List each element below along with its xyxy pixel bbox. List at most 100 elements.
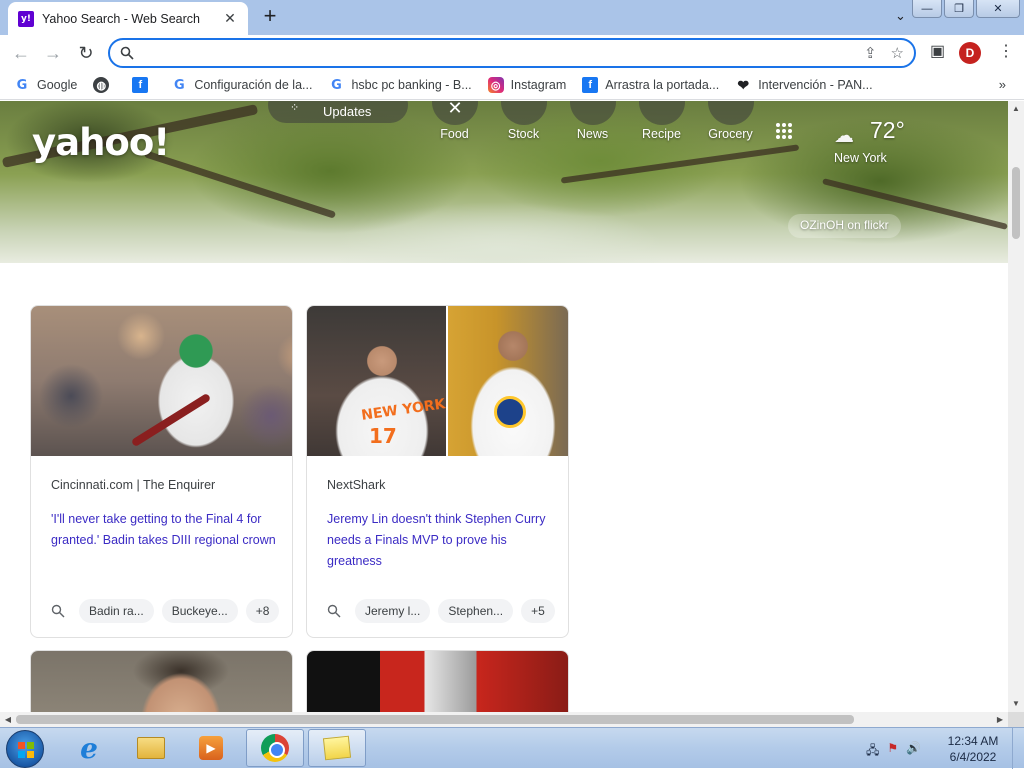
news-card-image[interactable] [31,306,292,456]
scroll-down-arrow-icon[interactable]: ▼ [1008,696,1024,712]
search-tag[interactable]: Badin ra... [79,599,154,623]
network-icon[interactable]: 🖧 [866,741,879,762]
quick-link-label: Food [440,127,469,141]
bookmark-label: Intervención - PAN... [758,78,873,92]
back-arrow-icon[interactable]: ← [8,40,34,66]
new-tab-button[interactable]: + [258,5,282,29]
bookmark-label: Arrastra la portada... [605,78,720,92]
clock-time: 12:34 AM [947,734,999,748]
more-tags-count[interactable]: +5 [521,599,555,623]
window-controls: — ❐ ✕ [912,0,1020,18]
quick-link-recipe[interactable]: Recipe [627,101,696,151]
news-card[interactable]: NEW YORK 17 NextShark Jeremy Lin doesn't… [306,305,569,638]
more-tags-count[interactable]: +8 [245,599,280,623]
vertical-scrollbar[interactable]: ▲ ▼ [1008,101,1024,712]
tab-search-chevron-icon[interactable]: ⌄ [895,8,906,24]
news-card-headline[interactable]: Jeremy Lin doesn't think Stephen Curry n… [327,509,555,572]
quick-link-news[interactable]: News [558,101,627,151]
quick-link-label: Grocery [708,127,753,141]
search-icon [120,46,134,60]
volume-icon[interactable]: 🔊 [906,741,921,762]
tab-title: Yahoo Search - Web Search [42,11,200,26]
quick-link-stock[interactable]: Stock [489,101,558,151]
minimize-button[interactable]: — [912,0,942,18]
updates-label: Updates [323,104,372,119]
more-bookmarks-chevron-icon[interactable]: » [999,77,1006,92]
bookmark-google[interactable]: G Google [14,77,78,93]
stock-icon [501,101,547,125]
google-icon: G [16,77,28,93]
menu-kebab-icon[interactable]: ⋮ [998,41,1014,61]
bookmark-globe[interactable]: ◍ [93,77,116,93]
bookmark-star-icon[interactable]: ☆ [891,44,904,62]
weather-temperature: 72° [870,117,905,143]
quick-link-label: News [576,127,609,141]
share-icon[interactable]: ⇪ [864,44,877,62]
bookmark-label: hsbc pc banking - B... [351,78,472,92]
news-card-image[interactable]: NEW YORK 17 [307,306,568,456]
action-center-flag-icon[interactable]: ⚑ [887,741,898,762]
search-tag[interactable]: Buckeye... [161,599,238,623]
bookmark-instagram[interactable]: ◎ Instagram [487,77,566,93]
browser-tab[interactable]: y! Yahoo Search - Web Search ✕ [8,2,248,35]
news-card-tags: Jeremy l... Stephen... +5 [327,599,555,623]
player-photo-left: NEW YORK 17 [307,306,446,456]
photo-credit-link[interactable]: OZinOH on flickr [788,214,901,238]
start-button[interactable] [6,730,44,768]
horizontal-scrollbar[interactable]: ◀ ▶ [0,712,1008,727]
cloud-icon: ☁ [834,125,854,147]
media-player-icon: ▶ [199,736,223,760]
yahoo-hero-banner: yahoo! ⁘ Updates ✕ Food Stock News Recip… [0,101,1008,263]
chrome-icon [261,734,289,762]
system-clock[interactable]: 12:34 AM 6/4/2022 [938,733,1008,765]
taskbar-file-explorer[interactable] [122,729,180,767]
bookmark-hsbc[interactable]: G hsbc pc banking - B... [328,77,472,93]
facebook-icon: f [132,77,149,93]
news-card-headline[interactable]: 'I'll never take getting to the Final 4 … [51,509,279,551]
globe-icon: ◍ [93,77,110,93]
vertical-scroll-thumb[interactable] [1012,167,1020,239]
restore-button[interactable]: ❐ [944,0,974,18]
updates-button[interactable]: ⁘ Updates [268,101,408,123]
tree-branch [143,150,337,219]
yahoo-favicon-icon: y! [18,10,34,27]
news-card[interactable] [30,650,293,712]
quick-link-grocery[interactable]: Grocery [696,101,765,151]
taskbar-sticky-notes[interactable] [308,729,366,767]
close-window-button[interactable]: ✕ [976,0,1020,18]
news-card[interactable]: Cincinnati.com | The Enquirer 'I'll neve… [30,305,293,638]
bookmark-arrastra[interactable]: f Arrastra la portada... [582,77,719,93]
search-tag[interactable]: Jeremy l... [355,599,431,623]
news-card[interactable] [306,650,569,712]
bookmark-facebook[interactable]: f [132,77,155,93]
scroll-right-arrow-icon[interactable]: ▶ [992,712,1008,727]
weather-city: New York [834,151,887,165]
news-card-image[interactable] [31,651,292,712]
show-desktop-button[interactable] [1012,728,1024,769]
forward-arrow-icon[interactable]: → [40,40,66,66]
bookmark-intervencion[interactable]: ❤ Intervención - PAN... [735,77,872,93]
instagram-icon: ◎ [487,77,504,93]
search-icon [51,604,65,618]
apps-grid-icon[interactable] [776,123,792,139]
taskbar-internet-explorer[interactable]: e [60,729,118,767]
quick-link-food[interactable]: ✕ Food [420,101,489,151]
taskbar-media-player[interactable]: ▶ [182,729,240,767]
address-input[interactable] [142,45,864,61]
news-card-image[interactable] [307,651,568,712]
scroll-left-arrow-icon[interactable]: ◀ [0,712,16,727]
side-panel-icon[interactable]: ▣ [930,41,945,61]
reload-icon[interactable]: ↻ [73,40,99,66]
quick-link-label: Stock [507,127,540,141]
scroll-up-arrow-icon[interactable]: ▲ [1008,101,1024,117]
address-bar[interactable]: ⇪ ☆ [108,38,916,68]
search-tag[interactable]: Stephen... [438,599,514,623]
bookmark-configuracion[interactable]: G Configuración de la... [171,77,312,93]
yahoo-logo[interactable]: yahoo! [32,121,170,164]
folder-icon [137,737,165,759]
horizontal-scroll-thumb[interactable] [16,715,854,724]
tab-close-icon[interactable]: ✕ [222,10,238,27]
profile-avatar[interactable]: D [959,42,981,64]
taskbar-chrome[interactable] [246,729,304,767]
recipe-icon [639,101,685,125]
